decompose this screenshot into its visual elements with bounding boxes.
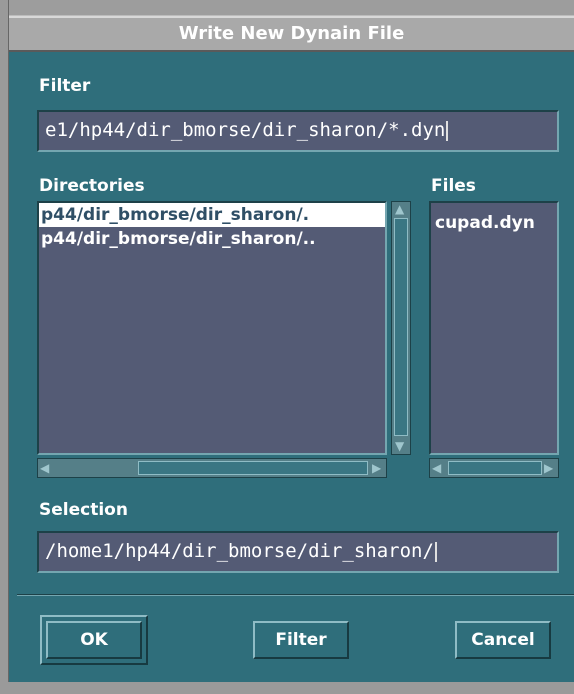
directory-item-current[interactable]: p44/dir_bmorse/dir_sharon/. bbox=[39, 203, 385, 227]
text-cursor bbox=[434, 541, 437, 562]
selection-label: Selection bbox=[39, 500, 128, 520]
directories-horizontal-scrollbar[interactable]: ◀ ▶ bbox=[37, 458, 387, 478]
ok-button[interactable]: OK bbox=[46, 621, 142, 659]
files-horizontal-scrollbar[interactable]: ◀ ▶ bbox=[429, 458, 559, 478]
arrow-down-icon[interactable]: ▼ bbox=[395, 440, 404, 452]
directory-item-parent[interactable]: p44/dir_bmorse/dir_sharon/.. bbox=[39, 227, 385, 251]
filter-input[interactable]: e1/hp44/dir_bmorse/dir_sharon/*.dyn bbox=[37, 110, 559, 152]
directories-vscroll-thumb[interactable] bbox=[394, 218, 408, 436]
window-frame-left bbox=[0, 0, 9, 694]
files-list[interactable]: cupad.dyn bbox=[429, 201, 559, 455]
filter-button[interactable]: Filter bbox=[253, 621, 349, 659]
separator bbox=[17, 594, 574, 596]
window-title[interactable]: Write New Dynain File bbox=[9, 16, 574, 52]
filter-input-text: e1/hp44/dir_bmorse/dir_sharon/*.dyn bbox=[45, 119, 446, 141]
text-cursor bbox=[446, 120, 449, 141]
arrow-left-icon[interactable]: ◀ bbox=[432, 462, 441, 474]
directories-hscroll-thumb[interactable] bbox=[138, 461, 368, 475]
arrow-right-icon[interactable]: ▶ bbox=[544, 462, 553, 474]
directories-vertical-scrollbar[interactable]: ▲ ▼ bbox=[391, 201, 411, 455]
window-frame-top bbox=[0, 0, 574, 16]
window-frame-bottom bbox=[0, 682, 574, 694]
file-dialog: Write New Dynain File Filter e1/hp44/dir… bbox=[0, 0, 574, 694]
filter-label: Filter bbox=[39, 76, 91, 96]
selection-input-text: /home1/hp44/dir_bmorse/dir_sharon/ bbox=[45, 540, 434, 562]
file-item[interactable]: cupad.dyn bbox=[431, 211, 557, 235]
directories-label: Directories bbox=[39, 176, 145, 196]
arrow-left-icon[interactable]: ◀ bbox=[40, 462, 49, 474]
cancel-button[interactable]: Cancel bbox=[455, 621, 551, 659]
arrow-right-icon[interactable]: ▶ bbox=[372, 462, 381, 474]
directories-list[interactable]: p44/dir_bmorse/dir_sharon/. p44/dir_bmor… bbox=[37, 201, 387, 455]
selection-input[interactable]: /home1/hp44/dir_bmorse/dir_sharon/ bbox=[37, 531, 559, 573]
files-hscroll-thumb[interactable] bbox=[448, 461, 542, 475]
files-label: Files bbox=[431, 176, 476, 196]
arrow-up-icon[interactable]: ▲ bbox=[395, 203, 404, 215]
